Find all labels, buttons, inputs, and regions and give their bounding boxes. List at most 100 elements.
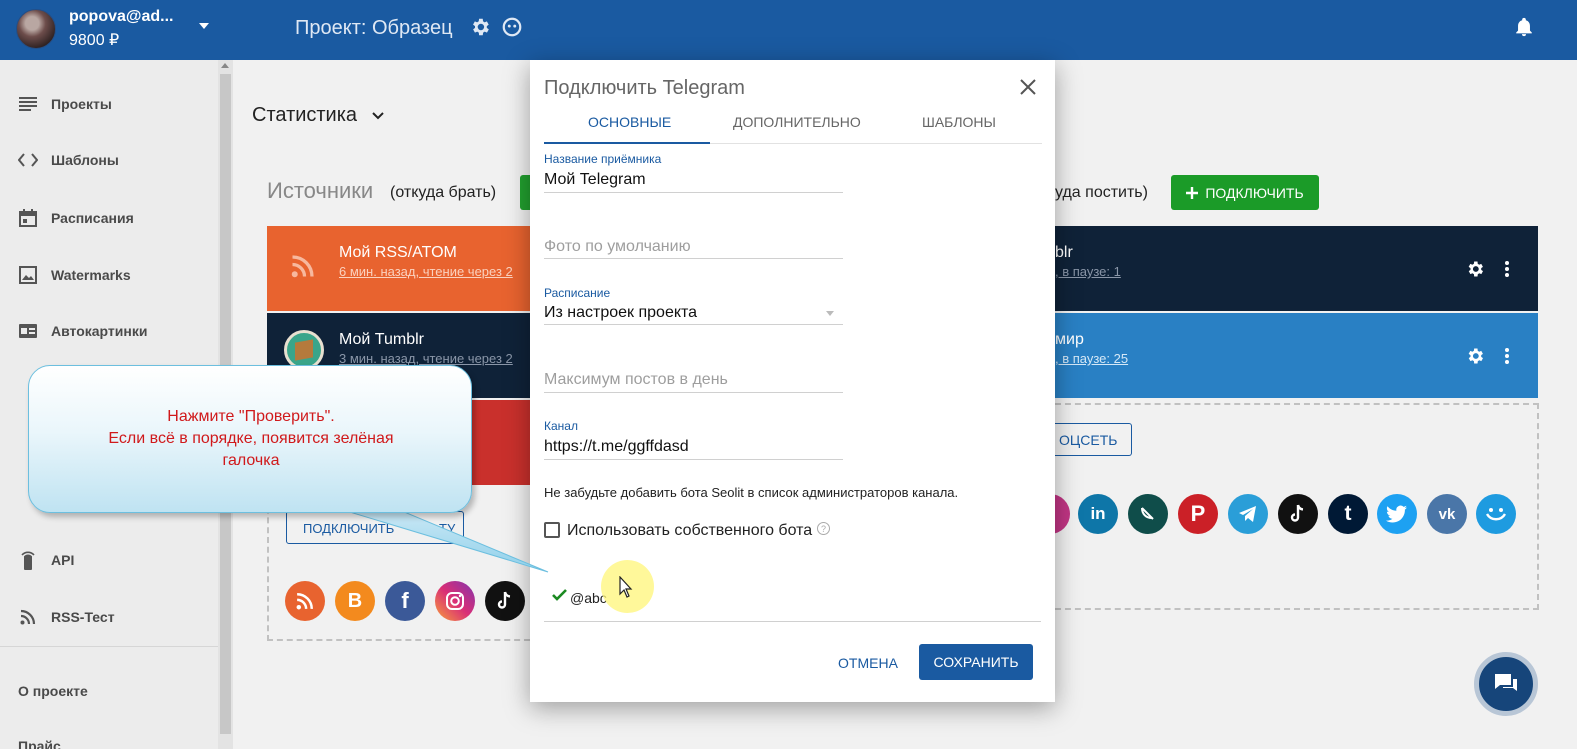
destination-card-tumblr[interactable]: blr , в паузе: 1	[1055, 226, 1538, 311]
sidebar-item-label: RSS-Тест	[51, 609, 115, 625]
help-icon[interactable]: ?	[817, 522, 830, 535]
gear-icon[interactable]	[1465, 346, 1485, 366]
connect-button[interactable]: ПОДКЛЮЧИТЬ	[1171, 175, 1319, 210]
tiktok-icon[interactable]	[1278, 494, 1318, 534]
pinterest-icon[interactable]: P	[1178, 494, 1218, 534]
callout-text: Нажмите "Проверить". Если всё в порядке,…	[29, 406, 473, 472]
vk-icon[interactable]: vk	[1427, 494, 1467, 534]
field-value[interactable]: https://t.me/ggffdasd	[544, 438, 689, 456]
robot-icon[interactable]	[501, 16, 523, 38]
chevron-down-icon[interactable]	[199, 23, 209, 29]
tab-main[interactable]: ОСНОВНЫЕ	[588, 114, 671, 130]
schedule-select[interactable]: Расписание Из настроек проекта	[544, 286, 843, 325]
field-underline	[544, 392, 843, 393]
rss-icon	[291, 255, 314, 278]
sidebar-item-api[interactable]: API	[18, 548, 74, 572]
user-name[interactable]: popova@ad...	[69, 8, 174, 26]
plus-icon	[1186, 186, 1199, 199]
dialog-title: Подключить Telegram	[544, 77, 745, 99]
avatar[interactable]	[16, 9, 56, 49]
sidebar-item-rss-test[interactable]: RSS-Тест	[18, 605, 115, 629]
field-placeholder: Фото по умолчанию	[544, 238, 691, 255]
sidebar-item-label: API	[51, 552, 75, 568]
tab-templates[interactable]: ШАБЛОНЫ	[922, 114, 996, 130]
sidebar-item-watermarks[interactable]: Watermarks	[18, 263, 131, 287]
project-title: Проект: Образец	[295, 17, 453, 39]
button-label-tail: ТУ	[439, 521, 456, 536]
callout-line: Нажмите "Проверить".	[167, 408, 335, 425]
list-icon	[18, 94, 38, 114]
gear-icon[interactable]	[469, 16, 491, 38]
scroll-up-icon[interactable]	[221, 63, 229, 68]
chat-button[interactable]	[1474, 652, 1538, 716]
tumblr-icon[interactable]: t	[1328, 494, 1368, 534]
card-title: Мой RSS/ATOM	[339, 244, 457, 261]
own-bot-checkbox[interactable]	[544, 522, 560, 538]
code-icon	[18, 150, 38, 170]
dropdown-arrow-icon[interactable]	[826, 311, 834, 316]
card-subtitle[interactable]: 6 мин. назад, чтение через 2	[339, 264, 513, 279]
cancel-button[interactable]: ОТМЕНА	[829, 645, 907, 680]
checkmark-icon	[552, 589, 567, 601]
connect-social-outline-button[interactable]: ОЦСЕТЬ	[1055, 423, 1132, 456]
top-bar: popova@ad... 9800 ₽ Проект: Образец	[0, 0, 1577, 60]
sidebar-item-projects[interactable]: Проекты	[18, 92, 112, 116]
sidebar-more[interactable]: Прайс	[18, 738, 61, 749]
livejournal-icon[interactable]	[1128, 494, 1168, 534]
field-value[interactable]: Из настроек проекта	[544, 304, 697, 322]
facebook-icon[interactable]: f	[385, 581, 425, 621]
save-button[interactable]: СОХРАНИТЬ	[919, 644, 1033, 680]
card-subtitle[interactable]: 3 мин. назад, чтение через 2	[339, 351, 513, 366]
more-vert-icon[interactable]	[1505, 261, 1509, 277]
field-placeholder: Максимум постов в день	[544, 371, 728, 388]
tiktok-icon[interactable]	[485, 581, 525, 621]
sources-subtitle: (откуда брать)	[390, 184, 497, 201]
destinations-subtitle: уда постить)	[1055, 184, 1148, 201]
callout-line: галочка	[222, 452, 280, 469]
linkedin-icon[interactable]: in	[1078, 494, 1118, 534]
source-card-rss[interactable]: Мой RSS/ATOM 6 мин. назад, чтение через …	[267, 226, 530, 311]
sidebar-item-templates[interactable]: Шаблоны	[18, 148, 119, 172]
mouse-cursor-icon	[619, 576, 633, 598]
more-vert-icon[interactable]	[1505, 348, 1509, 364]
default-photo-field[interactable]: Фото по умолчанию	[544, 238, 843, 259]
callout-tooltip: Нажмите "Проверить". Если всё в порядке,…	[28, 365, 472, 513]
sidebar-item-schedules[interactable]: Расписания	[18, 206, 134, 230]
statistics-dropdown[interactable]: Статистика	[252, 104, 357, 127]
field-underline	[544, 192, 843, 193]
field-label: Канал	[544, 419, 578, 433]
card-subtitle[interactable]: , в паузе: 1	[1055, 264, 1121, 279]
instagram-icon[interactable]	[435, 581, 475, 621]
sidebar-about[interactable]: О проекте	[18, 683, 88, 699]
chevron-down-icon[interactable]	[372, 111, 384, 121]
connect-label: ПОДКЛЮЧИТЬ	[1205, 184, 1304, 201]
twitter-icon[interactable]	[1377, 494, 1417, 534]
field-label: Название приёмника	[544, 152, 662, 166]
own-bot-label[interactable]: Использовать собственного бота	[567, 522, 812, 540]
sidebar-item-autoimages[interactable]: Автокартинки	[18, 319, 147, 343]
field-value[interactable]: Мой Telegram	[544, 171, 646, 189]
blogger-icon[interactable]: B	[335, 581, 375, 621]
receiver-name-field[interactable]: Название приёмника Мой Telegram	[544, 152, 843, 193]
button-label: ПОДКЛЮЧИТЬ	[303, 521, 395, 536]
connect-source-outline-button[interactable]: ПОДКЛЮЧИТЬ ТУ	[286, 511, 464, 544]
telegram-icon[interactable]	[1228, 494, 1268, 534]
callout-line: Если всё в порядке, появится зелёная	[108, 430, 394, 447]
tab-additional[interactable]: ДОПОЛНИТЕЛЬНО	[733, 114, 861, 130]
close-icon[interactable]	[1018, 77, 1038, 97]
gear-icon[interactable]	[1465, 259, 1485, 279]
card-subtitle[interactable]: , в паузе: 25	[1055, 351, 1128, 366]
user-balance: 9800 ₽	[69, 32, 120, 49]
destination-card-2[interactable]: мир , в паузе: 25	[1055, 313, 1538, 398]
sidebar-item-label: Расписания	[51, 210, 134, 226]
divider	[0, 646, 218, 647]
chat-icon	[1495, 674, 1517, 691]
smile-icon[interactable]	[1476, 494, 1516, 534]
rss-icon[interactable]	[285, 581, 325, 621]
channel-field[interactable]: Канал https://t.me/ggffdasd	[544, 419, 843, 460]
bell-icon[interactable]	[1513, 16, 1535, 38]
max-posts-field[interactable]: Максимум постов в день	[544, 371, 843, 393]
rss-icon	[18, 607, 38, 627]
field-underline	[544, 621, 1041, 622]
sidebar-item-label: Автокартинки	[51, 323, 148, 339]
